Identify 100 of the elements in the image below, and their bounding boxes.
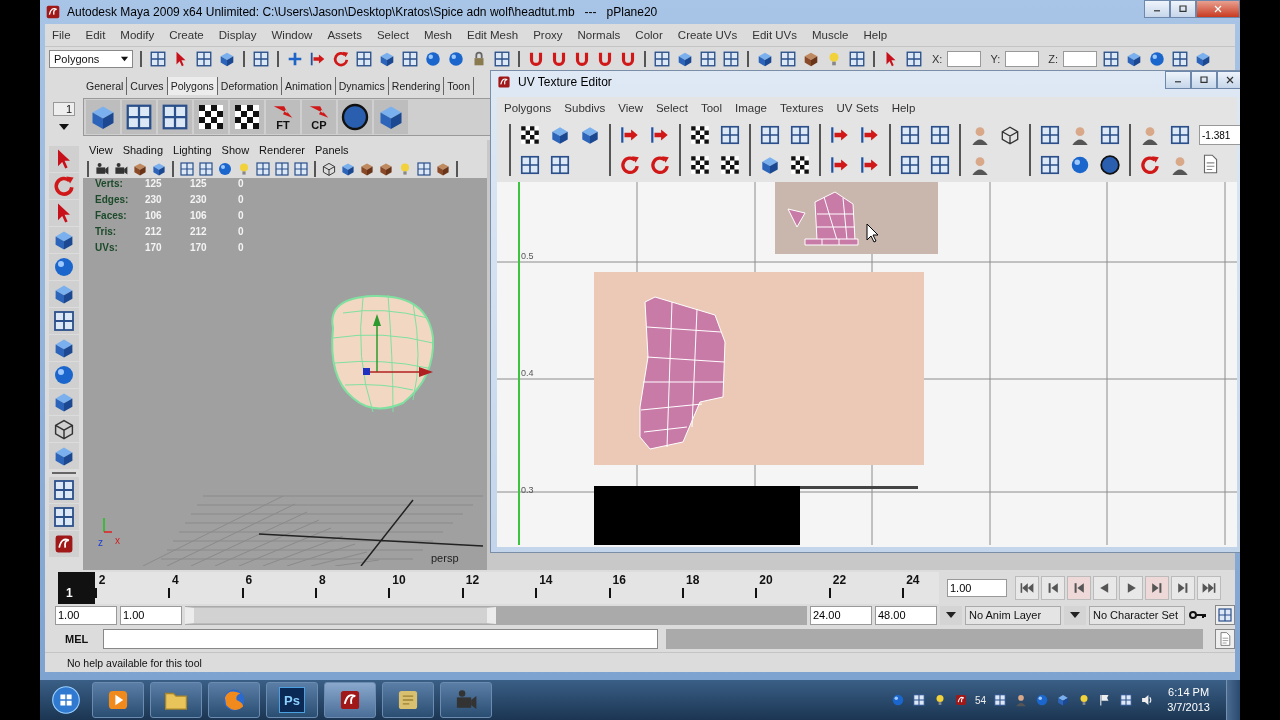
- stat-value: 170: [145, 242, 163, 253]
- menu-item[interactable]: Color: [635, 29, 663, 41]
- frame-label: 6: [244, 572, 254, 587]
- input-field[interactable]: -1.381: [1199, 125, 1240, 145]
- shelf-tab[interactable]: General: [83, 77, 128, 95]
- stat-value: 0: [238, 242, 245, 253]
- menu-item[interactable]: Edit UVs: [752, 29, 798, 41]
- menu-item[interactable]: Image: [735, 101, 767, 114]
- stat-label: Tris:: [95, 226, 118, 237]
- time-slider[interactable]: 2 4 6 8 10 12 14 16 18 20 22 24 1: [58, 572, 939, 604]
- shelf-tab[interactable]: Polygons: [167, 77, 218, 95]
- menu-item[interactable]: Window: [271, 29, 313, 41]
- menu-item[interactable]: Lighting: [173, 144, 212, 156]
- menu-item[interactable]: Shading: [122, 144, 164, 156]
- character-set-dropdown[interactable]: No Character Set: [1089, 605, 1185, 625]
- shelf-number[interactable]: 1: [53, 102, 75, 116]
- stat-value: 0: [238, 194, 245, 205]
- stat-value: 230: [145, 194, 163, 205]
- shelf-tab[interactable]: Deformation: [217, 77, 283, 95]
- menu-item[interactable]: Textures: [780, 101, 824, 114]
- stat-value: 170: [190, 242, 208, 253]
- menu-item[interactable]: Help: [891, 101, 916, 114]
- shelf-button[interactable]: FT: [266, 100, 300, 134]
- menu-item[interactable]: Create: [169, 29, 204, 41]
- menu-item[interactable]: Select: [376, 29, 409, 41]
- menu-item[interactable]: UV Sets: [836, 101, 879, 114]
- frame-label: 22: [831, 572, 848, 587]
- shelf-tab[interactable]: Dynamics: [335, 77, 389, 95]
- stat-value: 230: [190, 194, 208, 205]
- menu-item[interactable]: Assets: [327, 29, 362, 41]
- stat-value: 106: [190, 210, 208, 221]
- menu-item[interactable]: File: [52, 29, 71, 41]
- stat-value: 212: [145, 226, 163, 237]
- frame-label: 16: [611, 572, 627, 587]
- stat-label: Verts:: [95, 178, 124, 189]
- input-field[interactable]: 24.00: [810, 605, 872, 625]
- menu-item[interactable]: Mesh: [423, 29, 452, 41]
- axis-label: z: [98, 537, 103, 548]
- command-language-label[interactable]: MEL: [65, 633, 95, 645]
- menu-item[interactable]: View: [618, 101, 643, 114]
- input-field[interactable]: 1.00: [55, 605, 117, 625]
- menu-item[interactable]: View: [89, 144, 113, 156]
- stat-label: UVs:: [95, 242, 119, 253]
- menu-item[interactable]: Tool: [700, 101, 723, 114]
- axis-label: Z:: [1048, 52, 1058, 65]
- stat-value: 125: [190, 178, 208, 189]
- shelf-tab[interactable]: Animation: [282, 77, 336, 95]
- menu-item[interactable]: Select: [655, 101, 688, 114]
- menu-item[interactable]: Polygons: [504, 101, 552, 114]
- shelf-button[interactable]: CP: [302, 100, 336, 134]
- axis-label: 0.5: [521, 251, 534, 261]
- stat-value: 212: [190, 226, 208, 237]
- menu-set-dropdown[interactable]: Polygons: [49, 49, 133, 68]
- frame-label: 18: [684, 572, 701, 587]
- stat-value: 0: [238, 178, 245, 189]
- input-field[interactable]: 48.00: [875, 605, 937, 625]
- axis-label: Y:: [990, 52, 1001, 65]
- help-line: No help available for this tool: [67, 656, 202, 669]
- menu-item[interactable]: Proxy: [533, 29, 563, 41]
- frame-label: 20: [758, 572, 774, 587]
- window-title: UV Texture Editor: [518, 75, 613, 89]
- menu-item[interactable]: Muscle: [812, 29, 849, 41]
- frame-label: 8: [317, 572, 327, 587]
- stat-label: Faces:: [95, 210, 128, 221]
- menu-item[interactable]: Renderer: [259, 144, 305, 156]
- stat-value: 0: [238, 210, 245, 221]
- shelf-tab[interactable]: Curves: [127, 77, 168, 95]
- menu-item[interactable]: Edit Mesh: [467, 29, 519, 41]
- input-field[interactable]: 1.00: [120, 605, 182, 625]
- axis-label: X:: [932, 52, 943, 65]
- menu-item[interactable]: Subdivs: [564, 101, 606, 114]
- frame-label: 4: [171, 572, 180, 587]
- menu-item[interactable]: Edit: [85, 29, 106, 41]
- frame-label: 24: [905, 572, 921, 587]
- camera-label: persp: [431, 552, 459, 564]
- stat-value: 106: [145, 210, 163, 221]
- axis-label: x: [115, 535, 120, 546]
- axis-label: 0.3: [521, 485, 534, 495]
- menu-item[interactable]: Create UVs: [677, 29, 738, 41]
- tray-badge[interactable]: 54: [975, 694, 987, 706]
- menu-item[interactable]: Show: [221, 144, 250, 156]
- app-button[interactable]: Ps: [279, 687, 305, 713]
- stat-value: 0: [238, 226, 245, 237]
- menu-item[interactable]: Help: [863, 29, 888, 41]
- clock-date[interactable]: 3/7/2013: [1167, 700, 1210, 715]
- axis-label: 0.4: [521, 368, 534, 378]
- clock-time[interactable]: 6:14 PM: [1168, 685, 1210, 700]
- menu-item[interactable]: Display: [218, 29, 257, 41]
- frame-label: 10: [391, 572, 407, 587]
- menu-item[interactable]: Modify: [120, 29, 155, 41]
- input-field[interactable]: 1.00: [947, 579, 1007, 597]
- menu-item[interactable]: Normals: [577, 29, 621, 41]
- shelf-tab[interactable]: Rendering: [388, 77, 445, 95]
- current-frame-marker: 1: [58, 572, 95, 604]
- frame-label: 12: [464, 572, 481, 587]
- stat-value: 125: [145, 178, 163, 189]
- shelf-tab[interactable]: Toon: [444, 77, 475, 95]
- frame-label: 14: [538, 572, 554, 587]
- menu-item[interactable]: Panels: [314, 144, 349, 156]
- anim-layer-dropdown[interactable]: No Anim Layer: [965, 605, 1061, 625]
